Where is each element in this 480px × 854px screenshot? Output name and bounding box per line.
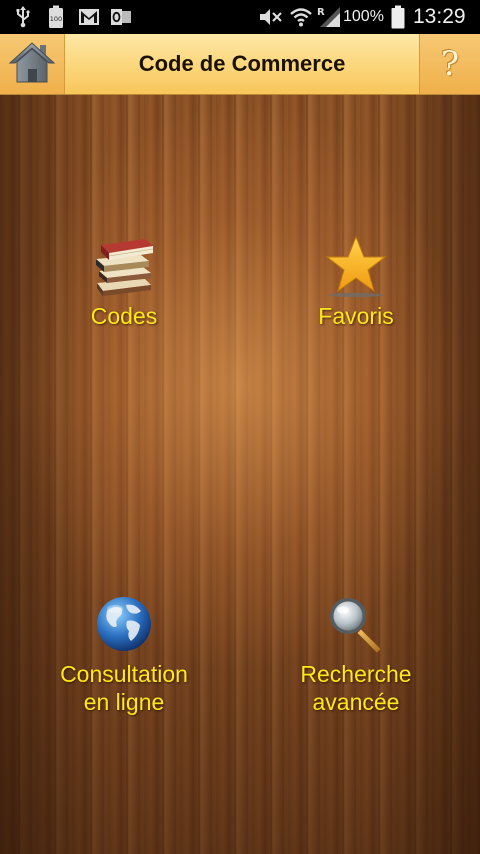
menu-label-codes: Codes xyxy=(90,303,158,329)
main-menu: Codes Favoris Consultation en ligne Rech… xyxy=(0,95,480,854)
page-title: Code de Commerce xyxy=(138,51,346,76)
svg-text:100: 100 xyxy=(50,15,62,23)
menu-label-favoris: Favoris xyxy=(318,303,394,329)
outlook-icon xyxy=(108,0,134,34)
gmail-icon xyxy=(76,0,102,34)
home-icon xyxy=(7,39,57,90)
svg-text:R: R xyxy=(317,7,325,18)
menu-label-recherche-line1: Recherche xyxy=(300,661,412,687)
battery-percent: 100% xyxy=(343,8,384,25)
menu-item-recherche[interactable]: Recherche avancée xyxy=(256,588,456,716)
usb-icon xyxy=(10,0,36,34)
menu-item-codes[interactable]: Codes xyxy=(24,230,224,330)
menu-label-recherche-line2: avancée xyxy=(312,689,400,715)
menu-label-consultation: Consultation en ligne xyxy=(60,660,188,716)
books-icon xyxy=(88,230,160,302)
wifi-icon xyxy=(287,0,315,34)
help-button[interactable]: ? xyxy=(419,34,480,94)
menu-item-consultation[interactable]: Consultation en ligne xyxy=(24,588,224,716)
status-bar: 100 R 100% 13:29 xyxy=(0,0,480,34)
battery-100-notification-icon: 100 xyxy=(44,0,68,34)
help-icon: ? xyxy=(440,44,460,84)
mute-icon xyxy=(256,0,284,34)
roaming-signal-icon: R xyxy=(315,0,343,34)
menu-label-recherche: Recherche avancée xyxy=(300,660,411,716)
menu-item-favoris[interactable]: Favoris xyxy=(256,230,456,330)
clock: 13:29 xyxy=(413,5,466,28)
magnifier-icon xyxy=(320,588,392,660)
home-button[interactable] xyxy=(0,34,65,94)
menu-label-consultation-line1: Consultation xyxy=(60,661,188,687)
menu-label-consultation-line2: en ligne xyxy=(83,689,165,715)
battery-icon xyxy=(388,0,408,34)
screen: 100 R 100% 13:29 Code de Commerce ? Code… xyxy=(0,0,480,854)
globe-icon xyxy=(88,588,160,660)
title-bar: Code de Commerce ? xyxy=(0,34,480,95)
star-icon xyxy=(320,230,392,302)
